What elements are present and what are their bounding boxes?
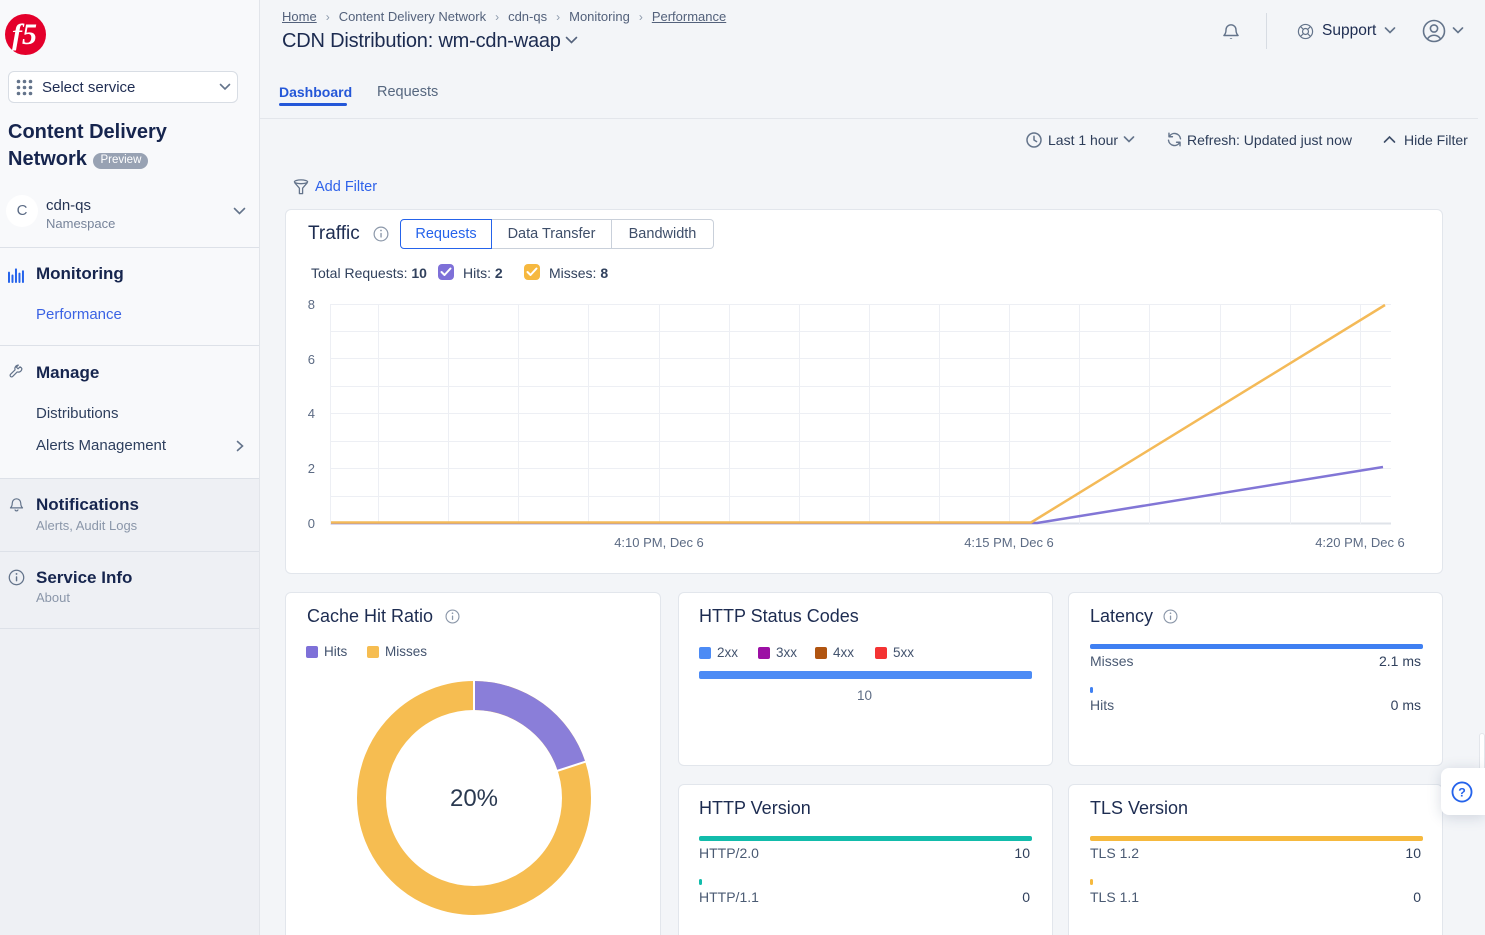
svg-text:2: 2: [308, 461, 315, 476]
svg-text:4: 4: [308, 406, 315, 421]
svg-text:4:15 PM, Dec 6: 4:15 PM, Dec 6: [964, 535, 1054, 550]
svg-text:4:10 PM, Dec 6: 4:10 PM, Dec 6: [614, 535, 704, 550]
svg-text:?: ?: [1458, 786, 1466, 800]
svg-text:8: 8: [308, 297, 315, 312]
svg-text:0: 0: [308, 516, 315, 531]
svg-text:6: 6: [308, 352, 315, 367]
svg-text:20%: 20%: [450, 785, 498, 812]
svg-text:4:20 PM, Dec 6: 4:20 PM, Dec 6: [1315, 535, 1405, 550]
svg-text:f5: f5: [12, 18, 37, 51]
